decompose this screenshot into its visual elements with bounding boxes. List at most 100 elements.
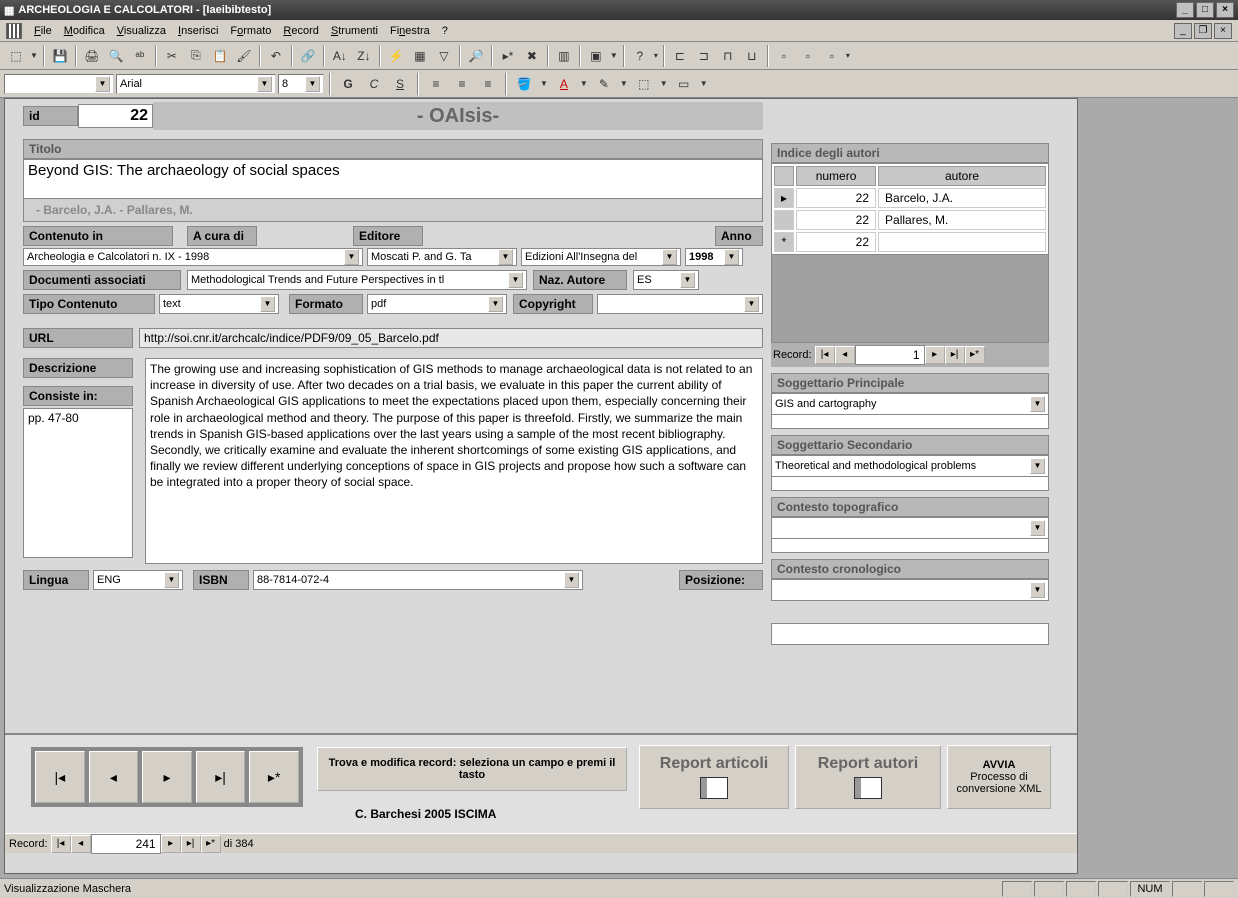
mdi-close-button[interactable]: × [1214,23,1232,39]
sogg2-extra[interactable] [771,477,1049,491]
consiste-field[interactable]: pp. 47-80 [23,408,133,558]
menu-formato[interactable]: Formato [224,25,277,37]
link-icon[interactable]: 🔗 [296,44,320,68]
print-icon[interactable]: 🖨 [80,44,104,68]
align-r-icon[interactable]: ⊐ [692,44,716,68]
bignav-new-button[interactable]: ▸* [249,751,299,803]
docass-select[interactable]: Methodological Trends and Future Perspec… [187,270,527,290]
frm-last-button[interactable]: ▸| [181,835,201,853]
url-field[interactable]: http://soi.cnr.it/archcalc/indice/PDF9/0… [139,328,763,348]
numero-header[interactable]: numero [796,166,876,186]
bignav-prev-button[interactable]: ◂ [89,751,139,803]
view-icon[interactable]: ⬚ [4,44,28,68]
new-record-icon[interactable]: ▸* [496,44,520,68]
view-drop[interactable]: ▼ [28,51,40,60]
grp1-icon[interactable]: ▫ [772,44,796,68]
bignav-last-button[interactable]: ▸| [196,751,246,803]
format-painter-icon[interactable]: 🖌 [232,44,256,68]
undo-icon[interactable]: ↶ [264,44,288,68]
sogg1-select[interactable]: GIS and cartography▼ [771,393,1049,415]
formato-select[interactable]: pdf▼ [367,294,507,314]
db-window-icon[interactable]: ▥ [552,44,576,68]
bignav-next-button[interactable]: ▸ [142,751,192,803]
trova-button[interactable]: Trova e modifica record: seleziona un ca… [317,747,627,791]
nav-next-button[interactable]: ▸ [925,346,945,364]
line-color-icon[interactable]: ✎ [592,72,616,96]
copyright-select[interactable]: ▼ [597,294,763,314]
contenuto-select[interactable]: Archeologia e Calcolatori n. IX - 1998▼ [23,248,363,266]
bignav-first-button[interactable]: |◂ [35,751,85,803]
nav-prev-button[interactable]: ◂ [835,346,855,364]
nav-last-button[interactable]: ▸| [945,346,965,364]
tipocont-select[interactable]: text▼ [159,294,279,314]
grp-drop[interactable]: ▾ [844,51,852,60]
frm-prev-button[interactable]: ◂ [71,835,91,853]
menu-visualizza[interactable]: Visualizza [111,25,172,37]
menu-modifica[interactable]: Modifica [58,25,111,37]
cut-icon[interactable]: ✂ [160,44,184,68]
sogg1-extra[interactable] [771,415,1049,429]
spell-icon[interactable]: ᵃᵇ [128,44,152,68]
sort-asc-icon[interactable]: A↓ [328,44,352,68]
font-color-icon[interactable]: A [552,72,576,96]
special-icon[interactable]: ▭ [672,72,696,96]
avvia-button[interactable]: AVVIA Processo di conversione XML [947,745,1051,809]
menu-strumenti[interactable]: Strumenti [325,25,384,37]
nav-new-button[interactable]: ▸* [965,346,985,364]
frm-first-button[interactable]: |◂ [51,835,71,853]
copy-icon[interactable]: ⎘ [184,44,208,68]
maximize-button[interactable]: □ [1196,2,1214,18]
align-right-icon[interactable]: ≡ [476,72,500,96]
frm-next-button[interactable]: ▸ [161,835,181,853]
align-t-icon[interactable]: ⊓ [716,44,740,68]
descr-field[interactable]: The growing use and increasing sophistic… [145,358,763,564]
anno-select[interactable]: 1998▼ [685,248,743,266]
fill-color-icon[interactable]: 🪣 [512,72,536,96]
acura-select[interactable]: Moscati P. and G. Ta▼ [367,248,517,266]
bold-button[interactable]: G [336,72,360,96]
save-icon[interactable]: 💾 [48,44,72,68]
table-row[interactable]: 22Pallares, M. [774,210,1046,230]
size-combo[interactable]: 8▼ [278,74,324,94]
align-b-icon[interactable]: ⊔ [740,44,764,68]
new-object-icon[interactable]: ▣ [584,44,608,68]
minimize-button[interactable]: _ [1176,2,1194,18]
autore-header[interactable]: autore [878,166,1046,186]
filter-form-icon[interactable]: ▦ [408,44,432,68]
find-icon[interactable]: 🔎 [464,44,488,68]
close-button[interactable]: × [1216,2,1234,18]
grp3-icon[interactable]: ▫ [820,44,844,68]
sogg2-select[interactable]: Theoretical and methodological problems▼ [771,455,1049,477]
menu-file[interactable]: File [28,25,58,37]
align-center-icon[interactable]: ≡ [450,72,474,96]
naz-select[interactable]: ES▼ [633,270,699,290]
topo-select[interactable]: ▼ [771,517,1049,539]
filter-sel-icon[interactable]: ⚡ [384,44,408,68]
posizione-field[interactable] [771,623,1049,645]
report-autori-button[interactable]: Report autori [795,745,941,809]
id-field[interactable]: 22 [78,104,153,128]
isbn-select[interactable]: 88-7814-072-4▼ [253,570,583,590]
preview-icon[interactable]: 🔍 [104,44,128,68]
table-row[interactable]: ▸22Barcelo, J.A. [774,188,1046,208]
italic-button[interactable]: C [362,72,386,96]
lingua-select[interactable]: ENG▼ [93,570,183,590]
table-row[interactable]: *22 [774,232,1046,252]
underline-button[interactable]: S [388,72,412,96]
editore-select[interactable]: Edizioni All'Insegna del▼ [521,248,681,266]
menu-finestra[interactable]: Finestra [384,25,436,37]
style-combo[interactable]: ▼ [4,74,114,94]
align-left-icon[interactable]: ≡ [424,72,448,96]
report-articoli-button[interactable]: Report articoli [639,745,789,809]
help-icon[interactable]: ? [628,44,652,68]
new-object-drop[interactable]: ▼ [608,51,620,60]
grp2-icon[interactable]: ▫ [796,44,820,68]
help-drop[interactable]: ▾ [652,51,660,60]
menu-help[interactable]: ? [436,25,454,37]
mdi-minimize-button[interactable]: _ [1174,23,1192,39]
delete-record-icon[interactable]: ✖ [520,44,544,68]
nav-first-button[interactable]: |◂ [815,346,835,364]
sort-desc-icon[interactable]: Z↓ [352,44,376,68]
mdi-restore-button[interactable]: ❐ [1194,23,1212,39]
font-combo[interactable]: Arial▼ [116,74,276,94]
